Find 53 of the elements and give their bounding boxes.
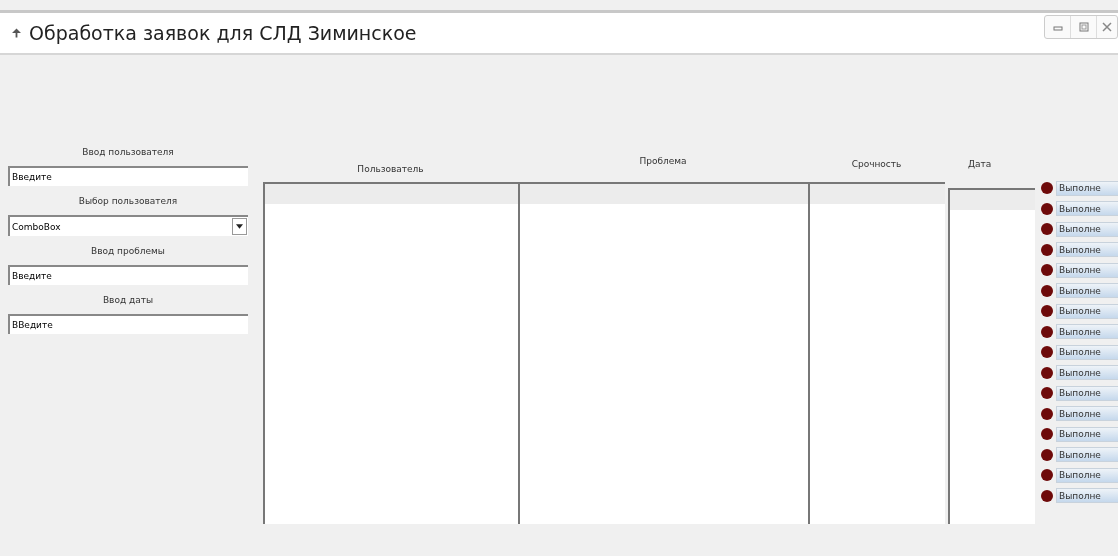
highlighted-row[interactable] xyxy=(810,184,945,204)
app-icon xyxy=(12,28,21,38)
status-dot xyxy=(1041,346,1053,359)
status-dot xyxy=(1041,202,1053,215)
status-dot xyxy=(1041,325,1053,338)
run-button[interactable]: Выполне xyxy=(1056,324,1118,340)
highlighted-row[interactable] xyxy=(950,190,1035,210)
column-header: Пользователь xyxy=(356,164,425,176)
status-dot xyxy=(1041,489,1053,502)
run-button[interactable]: Выполне xyxy=(1056,406,1118,422)
status-dot xyxy=(1041,223,1053,236)
run-button[interactable]: Выполне xyxy=(1056,426,1118,442)
status-dot xyxy=(1041,182,1053,195)
input-field[interactable]: Введите xyxy=(8,265,248,285)
run-button[interactable]: Выполне xyxy=(1056,344,1118,360)
run-button[interactable]: Выполне xyxy=(1056,201,1118,217)
status-dot xyxy=(1041,264,1053,277)
status-dot xyxy=(1041,243,1053,256)
status-dot xyxy=(1041,448,1053,461)
run-button[interactable]: Выполне xyxy=(1056,262,1118,278)
window-title: Обработка заявок для СЛД Зиминское xyxy=(29,22,417,44)
close-icon xyxy=(1101,21,1113,33)
run-button[interactable]: Выполне xyxy=(1056,447,1118,463)
maximize-icon xyxy=(1077,21,1090,33)
run-button[interactable]: Выполне xyxy=(1056,303,1118,319)
column-header: Дата xyxy=(967,159,993,171)
status-dot xyxy=(1041,428,1053,441)
column-header: Проблема xyxy=(638,156,688,168)
run-button[interactable]: Выполне xyxy=(1056,180,1118,196)
run-button[interactable]: Выполне xyxy=(1056,385,1118,401)
status-dot xyxy=(1041,366,1053,379)
status-dot xyxy=(1041,305,1053,318)
highlighted-row[interactable] xyxy=(265,184,518,204)
status-dot xyxy=(1041,387,1053,400)
status-dot xyxy=(1041,284,1053,297)
field-label: Ввод даты xyxy=(101,295,155,307)
list-box[interactable] xyxy=(948,188,1035,524)
column-header: Срочность xyxy=(850,159,903,171)
status-dot xyxy=(1041,469,1053,482)
run-button[interactable]: Выполне xyxy=(1056,242,1118,258)
run-button[interactable]: Выполне xyxy=(1056,365,1118,381)
field-label: Выбор пользователя xyxy=(77,196,179,208)
run-button[interactable]: Выполне xyxy=(1056,467,1118,483)
input-field[interactable]: Введите xyxy=(8,166,248,186)
field-label: Ввод проблемы xyxy=(90,246,166,258)
list-box[interactable] xyxy=(808,182,945,524)
run-button[interactable]: Выполне xyxy=(1056,283,1118,299)
combo-box[interactable]: ComboBox xyxy=(8,215,248,236)
input-field[interactable]: ВВедите xyxy=(8,314,248,334)
field-label: Ввод пользователя xyxy=(81,147,175,159)
run-button[interactable]: Выполне xyxy=(1056,221,1118,237)
run-button[interactable]: Выполне xyxy=(1056,488,1118,504)
status-dot xyxy=(1041,407,1053,420)
